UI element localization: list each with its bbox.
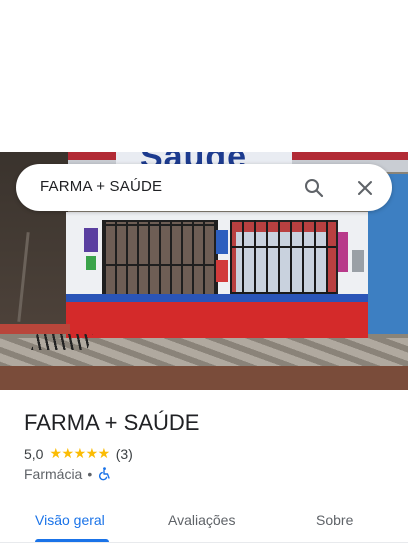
poster bbox=[338, 232, 348, 272]
place-title: FARMA + SAÚDE bbox=[24, 410, 200, 435]
storefront-blue-band bbox=[66, 294, 368, 302]
review-count[interactable]: (3) bbox=[116, 446, 133, 462]
electric-meter bbox=[352, 250, 364, 272]
poster bbox=[86, 256, 96, 270]
storefront-red-base bbox=[66, 302, 368, 340]
poster bbox=[216, 260, 228, 282]
tabs-divider bbox=[0, 542, 408, 543]
separator-dot: • bbox=[87, 466, 93, 482]
star-rating: ★★★★★ bbox=[49, 445, 110, 461]
dirt-road bbox=[0, 366, 408, 390]
step bbox=[0, 324, 70, 334]
search-bar[interactable]: FARMA + SAÚDE bbox=[16, 164, 392, 211]
poster bbox=[84, 228, 98, 252]
map-blank-area bbox=[0, 0, 408, 152]
tab-overview[interactable]: Visão geral bbox=[35, 512, 105, 528]
place-category: Farmácia bbox=[24, 466, 83, 482]
category-row: Farmácia • bbox=[24, 466, 111, 482]
close-icon[interactable] bbox=[353, 176, 377, 200]
place-info-panel: FARMA + SAÚDE 5,0 ★★★★★ (3) Farmácia • V… bbox=[0, 390, 408, 544]
rating-value: 5,0 bbox=[24, 445, 44, 462]
wheelchair-icon bbox=[97, 467, 111, 481]
grille-on-ground bbox=[31, 334, 93, 350]
tab-about[interactable]: Sobre bbox=[316, 512, 353, 528]
search-input[interactable]: FARMA + SAÚDE bbox=[40, 178, 162, 195]
sign-stripe-right bbox=[292, 152, 408, 160]
place-tabs: Visão geral Avaliações Sobre bbox=[0, 498, 408, 544]
search-icon[interactable] bbox=[302, 176, 326, 200]
poster bbox=[216, 230, 228, 254]
tab-reviews[interactable]: Avaliações bbox=[168, 512, 235, 528]
rating-row[interactable]: 5,0 ★★★★★ (3) bbox=[24, 445, 133, 462]
